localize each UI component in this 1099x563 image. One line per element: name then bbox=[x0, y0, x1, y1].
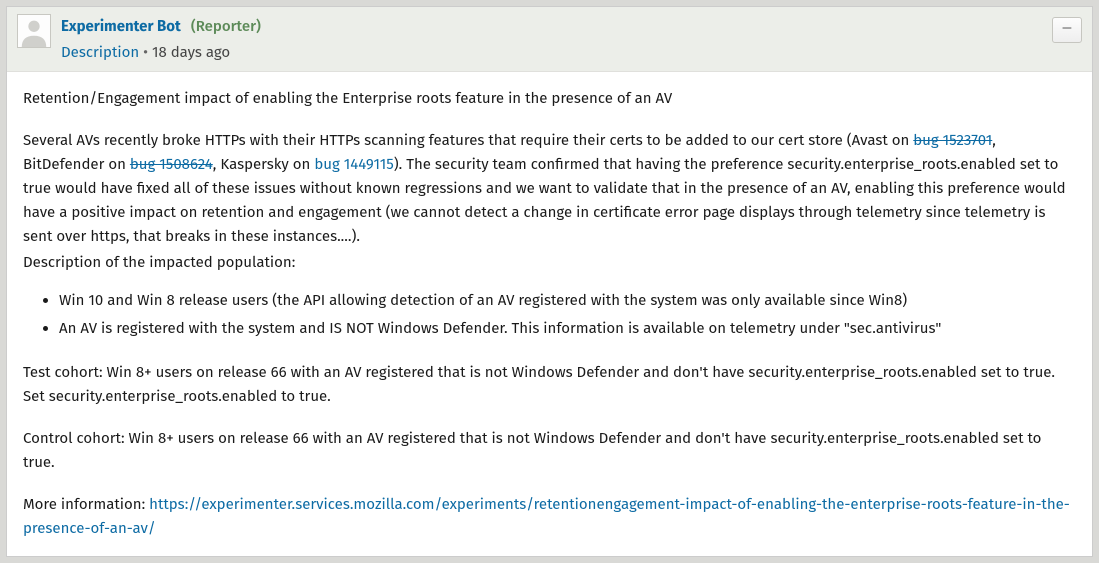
bug-link-1449115[interactable]: bug 1449115 bbox=[314, 155, 393, 173]
population-list: Win 10 and Win 8 release users (the API … bbox=[59, 288, 1076, 340]
text-segment: Several AVs recently broke HTTPs with th… bbox=[23, 131, 913, 149]
bug-link-1508624[interactable]: bug 1508624 bbox=[130, 155, 213, 173]
comment-body: Retention/Engagement impact of enabling … bbox=[7, 72, 1092, 556]
timestamp: 18 days ago bbox=[152, 43, 230, 61]
author-link[interactable]: Experimenter Bot bbox=[61, 14, 181, 38]
list-item: An AV is registered with the system and … bbox=[59, 316, 1076, 340]
comment-title: Retention/Engagement impact of enabling … bbox=[23, 86, 1076, 110]
list-item: Win 10 and Win 8 release users (the API … bbox=[59, 288, 1076, 312]
test-cohort: Test cohort: Win 8+ users on release 66 … bbox=[23, 360, 1076, 408]
control-cohort: Control cohort: Win 8+ users on release … bbox=[23, 426, 1076, 474]
header-main: Experimenter Bot (Reporter) Description … bbox=[61, 14, 1082, 64]
comment-container: Experimenter Bot (Reporter) Description … bbox=[6, 6, 1093, 557]
comment-header: Experimenter Bot (Reporter) Description … bbox=[7, 7, 1092, 72]
reporter-badge: (Reporter) bbox=[191, 14, 261, 38]
more-info-link[interactable]: https://experimenter.services.mozilla.co… bbox=[23, 495, 1070, 537]
avatar bbox=[17, 14, 51, 48]
text-segment: , Kaspersky on bbox=[213, 155, 315, 173]
more-info-label: More information: bbox=[23, 495, 149, 513]
bug-link-1523701[interactable]: bug 1523701 bbox=[913, 131, 992, 149]
separator: • bbox=[139, 43, 152, 61]
population-description-label: Description of the impacted population: bbox=[23, 250, 1076, 274]
more-info: More information: https://experimenter.s… bbox=[23, 492, 1076, 540]
paragraph-intro: Several AVs recently broke HTTPs with th… bbox=[23, 128, 1076, 248]
description-link[interactable]: Description bbox=[61, 43, 139, 61]
collapse-button[interactable]: – bbox=[1052, 17, 1082, 43]
